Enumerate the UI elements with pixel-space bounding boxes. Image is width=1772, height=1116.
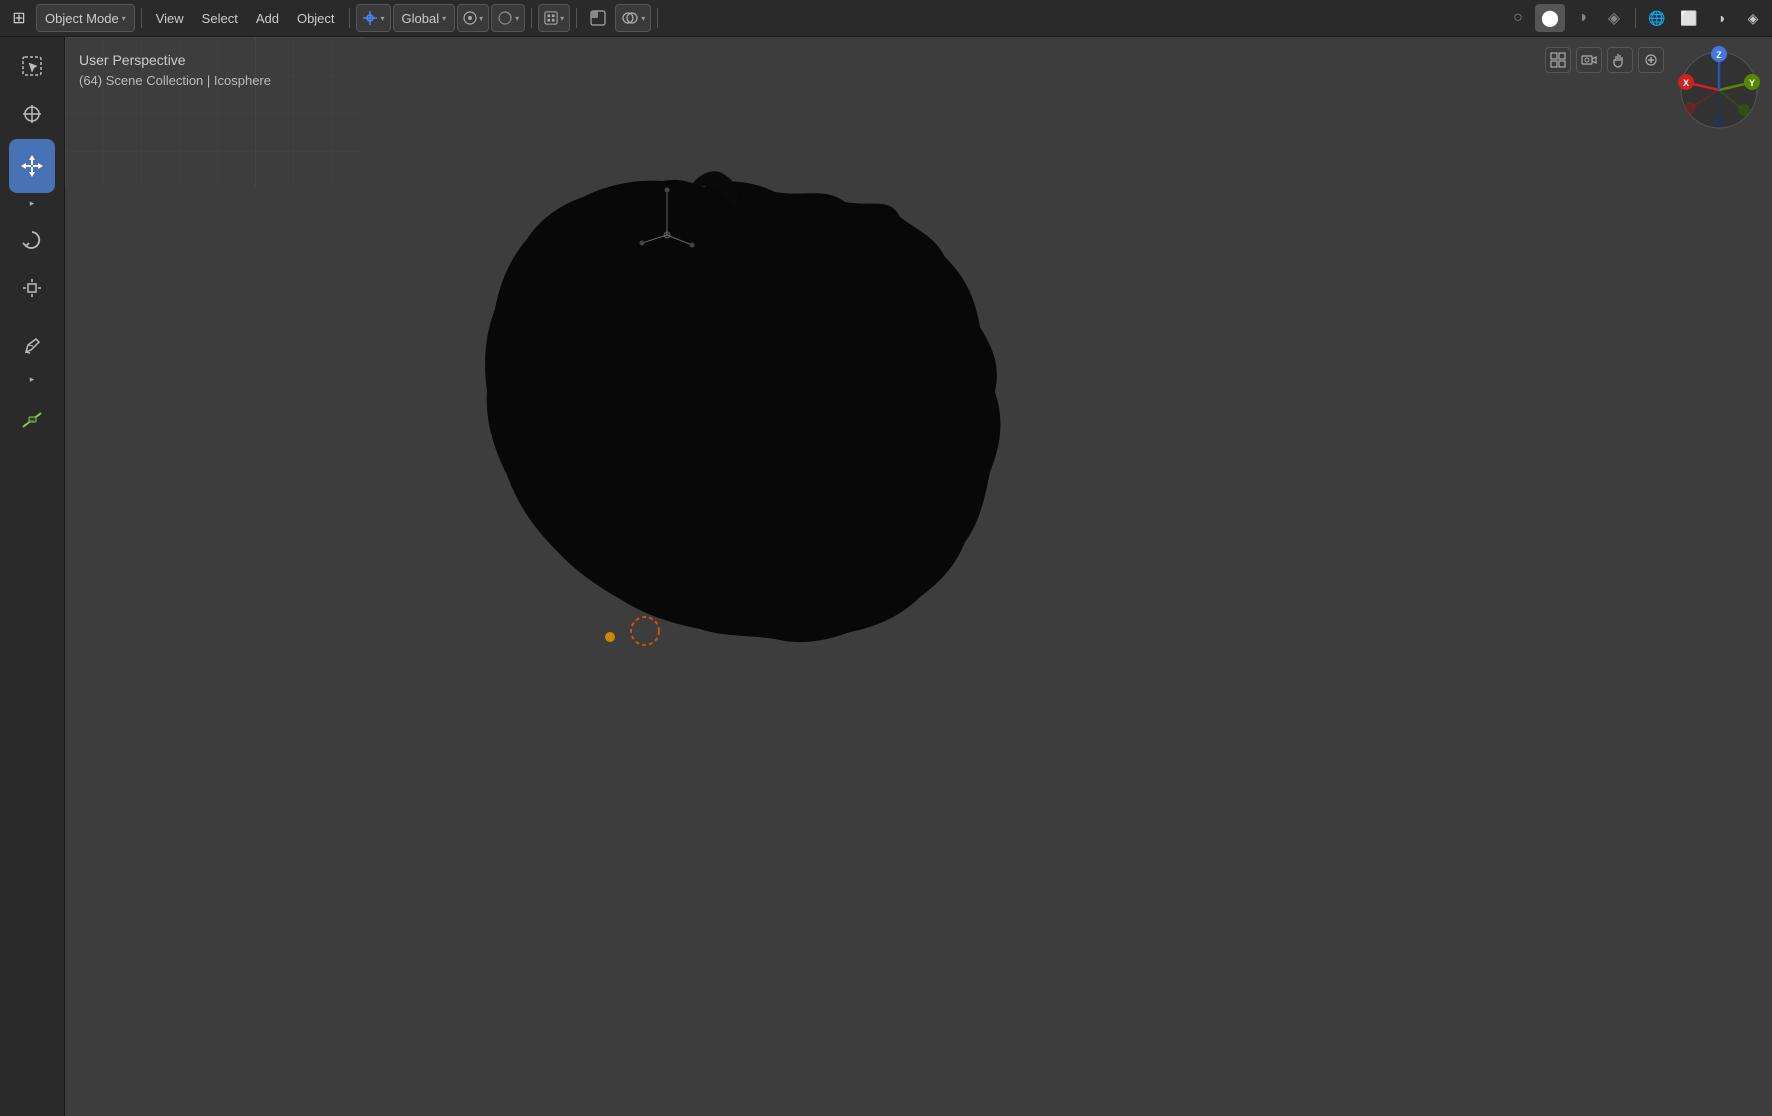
- separator-6: [1635, 8, 1636, 28]
- icosphere-mesh: [345, 167, 1065, 707]
- annotate-subtool[interactable]: ▸: [9, 367, 55, 391]
- 3d-cursor[interactable]: [627, 613, 663, 649]
- measure-tool[interactable]: m: [9, 397, 55, 443]
- left-sidebar: ▸ ▸ m: [0, 37, 65, 1116]
- move-subtool[interactable]: ▸: [9, 191, 55, 215]
- zoom-view-btn[interactable]: [1638, 47, 1664, 73]
- proportional-dropdown[interactable]: ▾: [491, 4, 525, 32]
- move-tool[interactable]: [9, 139, 55, 193]
- origin-dot: [605, 632, 615, 642]
- svg-text:Y: Y: [1749, 78, 1755, 88]
- svg-text:X: X: [1683, 78, 1689, 88]
- navigation-gizmo[interactable]: X Y Z: [1674, 45, 1764, 135]
- cursor-tool[interactable]: [9, 91, 55, 137]
- menu-view[interactable]: View: [148, 4, 192, 32]
- shading-solid-btn[interactable]: ⬤: [1535, 4, 1565, 32]
- transform-orientation-dropdown[interactable]: Global ▾: [393, 4, 456, 32]
- shading-wireframe-btn[interactable]: ○: [1503, 4, 1533, 32]
- viewport[interactable]: User Perspective (64) Scene Collection |…: [65, 37, 1772, 1116]
- mode-chevron: ▾: [122, 14, 126, 23]
- mode-label: Object Mode: [45, 11, 119, 26]
- menu-object[interactable]: Object: [289, 4, 343, 32]
- top-toolbar: ⊞ Object Mode ▾ View Select Add Object ▾…: [0, 0, 1772, 37]
- separator-1: [141, 8, 142, 28]
- editor-type-icon[interactable]: [583, 4, 613, 32]
- camera-view-btn[interactable]: [1576, 47, 1602, 73]
- separator-3: [531, 8, 532, 28]
- workspace-icon[interactable]: ⊞: [4, 4, 34, 32]
- render-icon[interactable]: ⬜: [1674, 4, 1704, 32]
- separator-2: [349, 8, 350, 28]
- shading-material-btn[interactable]: ◑: [1567, 4, 1597, 32]
- rotate-tool[interactable]: [9, 217, 55, 263]
- viewport-controls: [1545, 47, 1664, 73]
- separator-5: [657, 8, 658, 28]
- transform-manipulator[interactable]: [637, 185, 697, 255]
- scene-icon[interactable]: ◑: [1706, 4, 1736, 32]
- world-icon[interactable]: 🌐: [1642, 4, 1672, 32]
- overlay-dropdown[interactable]: ▾: [615, 4, 651, 32]
- display-mode-icon: [544, 11, 558, 25]
- pan-view-btn[interactable]: [1607, 47, 1633, 73]
- mode-dropdown[interactable]: Object Mode ▾: [36, 4, 135, 32]
- menu-select[interactable]: Select: [194, 4, 246, 32]
- shading-rendered-btn[interactable]: ◈: [1599, 4, 1629, 32]
- svg-text:Z: Z: [1716, 50, 1722, 60]
- menu-add[interactable]: Add: [248, 4, 287, 32]
- proportional-icon: [497, 10, 513, 26]
- overlay-icon: [621, 11, 639, 25]
- grid-view-btn[interactable]: [1545, 47, 1571, 73]
- scale-tool[interactable]: [9, 265, 55, 311]
- view-layer-icon[interactable]: ◈: [1738, 4, 1768, 32]
- display-mode-dropdown[interactable]: ▾: [538, 4, 570, 32]
- separator-4: [576, 8, 577, 28]
- pivot-icon: [362, 10, 378, 26]
- pivot-dropdown[interactable]: ▾: [356, 4, 391, 32]
- snap-dropdown[interactable]: ▾: [457, 4, 489, 32]
- global-label: Global: [402, 11, 440, 26]
- annotate-tool[interactable]: [9, 323, 55, 369]
- grid-background: [65, 37, 365, 187]
- snap-icon: [463, 11, 477, 25]
- select-box-tool[interactable]: [9, 43, 55, 89]
